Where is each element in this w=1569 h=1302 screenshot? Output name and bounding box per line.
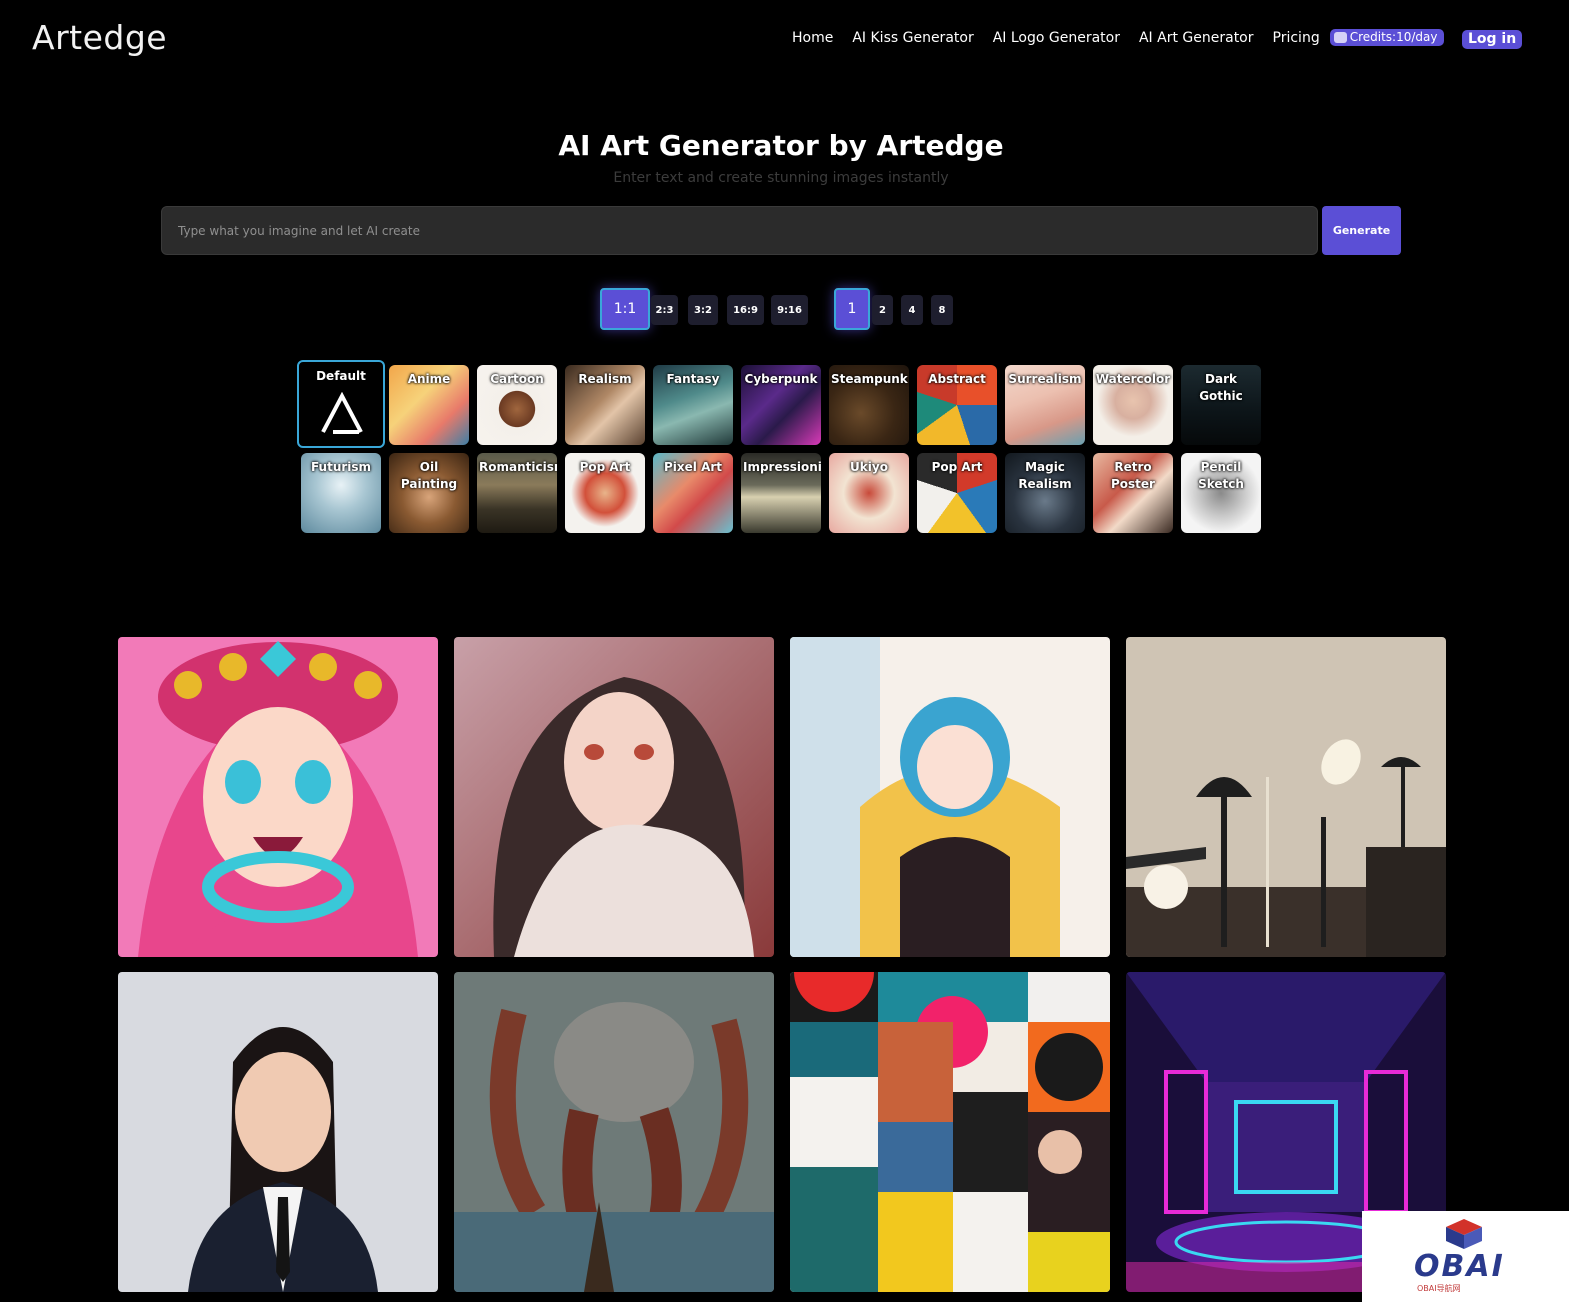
style-label: Magic Realism (1018, 460, 1072, 491)
page-subtitle: Enter text and create stunning images in… (613, 170, 949, 186)
style-surrealism[interactable]: Surrealism (1005, 365, 1085, 445)
style-watercolor[interactable]: Watercolor (1093, 365, 1173, 445)
style-label: Retro Poster (1111, 460, 1155, 491)
nav-ai-kiss-generator[interactable]: AI Kiss Generator (852, 30, 973, 46)
gallery-artwork (790, 637, 1110, 957)
gallery-image-desk-lamps[interactable] (1126, 637, 1446, 957)
obai-logo-icon (1446, 1219, 1482, 1249)
style-oil-painting[interactable]: Oil Painting (389, 453, 469, 533)
style-label: Cartoon (490, 372, 544, 386)
ratio-option-16-9[interactable]: 16:9 (727, 295, 764, 325)
style-abstract[interactable]: Abstract (917, 365, 997, 445)
obai-watermark: OBAI OBAI导航网 (1362, 1211, 1569, 1302)
style-label: Pencil Sketch (1198, 460, 1244, 491)
style-ukiyo[interactable]: Ukiyo (829, 453, 909, 533)
style-futurism[interactable]: Futurism (301, 453, 381, 533)
style-label: Romanticism (479, 460, 557, 474)
style-realism[interactable]: Realism (565, 365, 645, 445)
credits-label: Credits:10/day (1349, 30, 1438, 44)
style-label: Surrealism (1008, 372, 1082, 386)
style-label: Pixel Art (663, 460, 723, 474)
count-option-4[interactable]: 4 (901, 295, 923, 325)
generate-button[interactable]: Generate (1322, 206, 1401, 255)
style-anime[interactable]: Anime (389, 365, 469, 445)
nav-pricing[interactable]: Pricing (1273, 30, 1320, 46)
style-label: Default (316, 369, 366, 383)
style-label: Futurism (310, 460, 372, 474)
style-pencil-sketch[interactable]: Pencil Sketch (1181, 453, 1261, 533)
ratio-option-3-2[interactable]: 3:2 (688, 295, 718, 325)
gallery-image-anime-girl-pink-hat[interactable] (118, 637, 438, 957)
style-label: Impressionism (743, 460, 821, 474)
main-nav: Home AI Kiss Generator AI Logo Generator… (792, 29, 1444, 46)
gallery-artwork (1126, 637, 1446, 957)
style-retro-poster[interactable]: Retro Poster (1093, 453, 1173, 533)
login-button[interactable]: Log in (1462, 30, 1523, 49)
style-label: Steampunk (831, 372, 908, 386)
count-option-8[interactable]: 8 (931, 295, 953, 325)
style-label: Ukiyo (850, 460, 888, 474)
style-pop-art-2[interactable]: Pop Art (917, 453, 997, 533)
ratio-option-9-16[interactable]: 9:16 (771, 295, 808, 325)
gallery-image-anime-girl-blue-hair-armchair[interactable] (790, 637, 1110, 957)
count-option-1[interactable]: 1 (834, 288, 870, 330)
gallery-image-octopus-warrior[interactable] (454, 972, 774, 1292)
style-label: Watercolor (1095, 372, 1171, 386)
style-label: Realism (578, 372, 632, 386)
gallery-image-anime-girl-long-hair[interactable] (454, 637, 774, 957)
count-option-2[interactable]: 2 (872, 295, 893, 325)
style-label: Cyberpunk (744, 372, 818, 386)
ratio-option-1-1[interactable]: 1:1 (600, 288, 650, 330)
coin-icon (1333, 31, 1347, 43)
style-steampunk[interactable]: Steampunk (829, 365, 909, 445)
obai-text: OBAI (1414, 1249, 1505, 1284)
style-label: Pop Art (931, 460, 983, 474)
style-cyberpunk[interactable]: Cyberpunk (741, 365, 821, 445)
style-label: Fantasy (666, 372, 720, 386)
style-label: Oil Painting (400, 460, 458, 491)
gallery-artwork (790, 972, 1110, 1292)
gallery-image-portrait-woman-suit[interactable] (118, 972, 438, 1292)
artedge-logo-icon (321, 392, 363, 434)
page-title: AI Art Generator by Artedge (558, 129, 1004, 162)
nav-home[interactable]: Home (792, 30, 833, 46)
style-label: Anime (407, 372, 451, 386)
style-magic-realism[interactable]: Magic Realism (1005, 453, 1085, 533)
credits-badge[interactable]: Credits:10/day (1329, 29, 1444, 46)
prompt-input[interactable] (161, 206, 1318, 255)
gallery-artwork (454, 972, 774, 1292)
style-pop-art[interactable]: Pop Art (565, 453, 645, 533)
style-cartoon[interactable]: Cartoon (477, 365, 557, 445)
nav-ai-art-generator[interactable]: AI Art Generator (1139, 30, 1254, 46)
obai-subtext: OBAI导航网 (1417, 1284, 1461, 1293)
gallery-artwork (118, 972, 438, 1292)
style-fantasy[interactable]: Fantasy (653, 365, 733, 445)
style-pixel-art[interactable]: Pixel Art (653, 453, 733, 533)
style-dark-gothic[interactable]: Dark Gothic (1181, 365, 1261, 445)
style-label: Dark Gothic (1199, 372, 1243, 403)
ratio-option-2-3[interactable]: 2:3 (651, 295, 678, 325)
style-label: Pop Art (579, 460, 631, 474)
style-label: Abstract (928, 372, 986, 386)
style-default[interactable]: Default (297, 360, 385, 448)
style-impressionism[interactable]: Impressionism (741, 453, 821, 533)
gallery-artwork (118, 637, 438, 957)
gallery-image-abstract-collage[interactable] (790, 972, 1110, 1292)
style-romanticism[interactable]: Romanticism (477, 453, 557, 533)
site-logo[interactable]: Artedge (32, 18, 167, 57)
nav-ai-logo-generator[interactable]: AI Logo Generator (993, 30, 1120, 46)
gallery-artwork (454, 637, 774, 957)
